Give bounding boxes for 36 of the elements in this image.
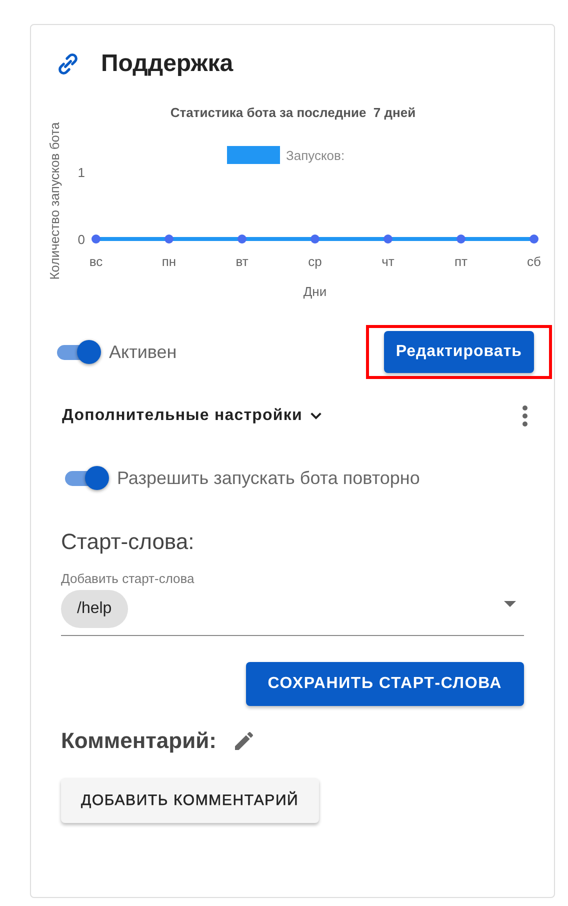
x-tick-label: пт [454,254,468,269]
field-label: Добавить старт-слова [61,571,196,586]
add-comment-button[interactable]: ДОБАВИТЬ КОММЕНТАРИЙ [61,778,319,823]
data-point [384,234,392,244]
start-words-field[interactable]: Добавить старт-слова /help [61,571,524,636]
edit-button[interactable]: Редактировать [384,331,534,373]
x-tick-label: ср [308,254,322,269]
advanced-settings-toggle[interactable]: Дополнительные настройки [62,407,324,425]
y-tick-label: 0 [78,232,85,247]
x-tick-label: вт [236,254,248,269]
toggle-label: Разрешить запускать бота повторно [117,468,420,488]
card-title: Поддержка [101,50,234,78]
chart-title: Статистика бота за последние 7 дней [170,105,416,120]
data-point [530,234,538,244]
data-point [92,234,100,244]
section-heading: Комментарий: [61,728,216,754]
x-tick-label: чт [382,254,394,269]
more-icon[interactable] [522,405,528,427]
toggle-label: Активен [109,342,177,362]
dropdown-caret-icon[interactable] [504,601,516,607]
data-point [310,234,320,244]
save-start-words-button[interactable]: СОХРАНИТЬ СТАРТ-СЛОВА [246,662,524,706]
x-tick-label: сб [527,254,541,269]
section-heading: Старт-слова: [60,529,196,555]
legend-label: Запусков: [286,148,345,163]
toggle-switch[interactable] [63,465,111,491]
data-point [238,234,246,244]
x-tick-label: вс [89,254,103,269]
data-point [164,234,174,244]
x-axis-label: Дни [303,284,327,299]
x-tick-label: пн [162,254,176,269]
toggle-switch[interactable] [55,339,103,365]
y-axis-label: Количество запусков бота [47,122,62,280]
y-tick-label: 1 [78,165,85,180]
data-point [456,234,466,244]
tag-chip[interactable]: /help [61,590,128,628]
